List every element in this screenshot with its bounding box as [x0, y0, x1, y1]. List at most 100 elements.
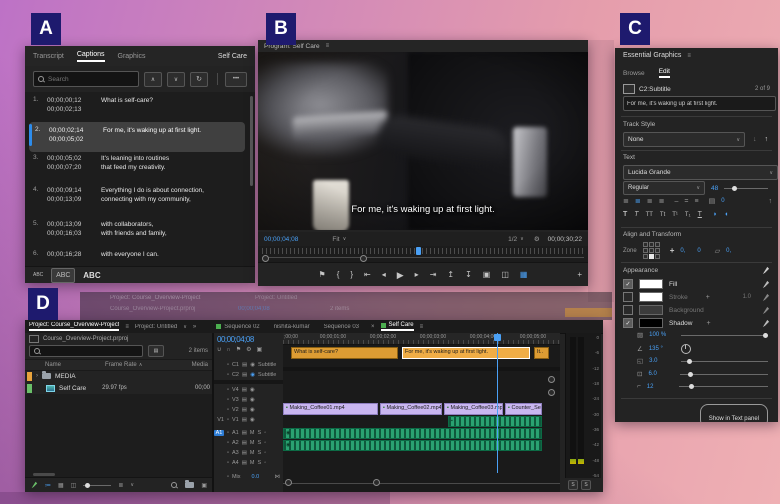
caption-style-small[interactable]: ABC: [33, 272, 43, 278]
graphic-properties-icon[interactable]: [761, 266, 770, 275]
mic-icon[interactable]: ◦: [264, 460, 266, 466]
tab-nishita-kumar[interactable]: nishita-kumar: [274, 324, 310, 330]
previous-caption-button[interactable]: ∧: [144, 72, 162, 87]
track-header-c2[interactable]: ▫ C2 ▤ ◉ Subtitle: [214, 370, 283, 379]
track-style-dropdown[interactable]: None∨: [623, 132, 745, 147]
playback-resolution-dropdown[interactable]: 1/2∨: [508, 236, 524, 243]
source-patch-v1[interactable]: V1: [214, 417, 224, 423]
sort-icon[interactable]: ≣: [118, 482, 123, 489]
go-to-in-icon[interactable]: ⇤: [364, 271, 371, 279]
add-stroke-icon[interactable]: +: [706, 294, 710, 301]
shadow-opacity-value[interactable]: 100 %: [649, 332, 675, 338]
fit-dropdown[interactable]: Fit∨: [332, 236, 346, 243]
track-header-a4[interactable]: ▫ A4 ▤ M S ◦: [214, 458, 283, 467]
lock-icon[interactable]: ▫: [227, 430, 229, 436]
go-to-out-icon[interactable]: ⇥: [430, 271, 437, 279]
caption-clip-3[interactable]: It..: [534, 347, 549, 359]
disclosure-chevron-icon[interactable]: ›: [36, 373, 38, 379]
align-left-icon[interactable]: ≣: [623, 197, 629, 205]
extract-icon[interactable]: ↧: [465, 271, 472, 279]
video-clip-2[interactable]: ▪ Making_Coffee02.mp4: [380, 403, 442, 415]
track-header-v1[interactable]: V1 ▫ V1 ▤ ◉: [214, 415, 283, 424]
new-bin-icon[interactable]: [185, 482, 194, 488]
shadow-checkbox[interactable]: ✓: [623, 318, 633, 328]
stroke-checkbox[interactable]: [623, 292, 633, 302]
lock-icon[interactable]: ▫: [227, 387, 229, 393]
tab-sequence-03[interactable]: Sequence 03: [324, 324, 359, 330]
tab-sequence-name[interactable]: Self Care: [218, 53, 247, 60]
rotation-value[interactable]: 0,: [726, 248, 731, 254]
download-style-icon[interactable]: ↓: [753, 136, 757, 143]
label-color[interactable]: [27, 372, 32, 381]
tracking-value[interactable]: 0: [721, 198, 724, 204]
panel-menu-icon[interactable]: ≡: [326, 43, 330, 49]
zoom-scrollbar[interactable]: [262, 257, 584, 258]
eye-icon[interactable]: ◉: [250, 372, 255, 378]
lock-icon[interactable]: ▫: [227, 397, 229, 403]
position-y-value[interactable]: 0: [697, 248, 700, 254]
tab-project-untitled[interactable]: Project: Untitled: [135, 324, 177, 330]
caption-row-3[interactable]: 3. 00;00;05;0200;00;07;20 It's leaning i…: [29, 154, 245, 180]
playhead[interactable]: [497, 333, 498, 473]
zone-grid-selector[interactable]: [643, 242, 660, 259]
mic-icon[interactable]: ◦: [264, 430, 266, 436]
shadow-angle-dial[interactable]: [681, 344, 691, 354]
chevron-down-icon[interactable]: ∨: [183, 324, 187, 330]
video-clip-3[interactable]: ▪ Making_Coffee03.mp4: [444, 403, 503, 415]
shadow-angle-value[interactable]: 135 °: [649, 346, 675, 352]
tab-graphics[interactable]: Graphics: [118, 53, 146, 60]
mark-in-icon[interactable]: {: [337, 271, 340, 279]
track-header-v3[interactable]: ▫ V3 ▤ ◉: [214, 395, 283, 404]
font-size-slider[interactable]: [724, 188, 768, 189]
stroke-eyedropper-icon[interactable]: [761, 293, 770, 302]
panel-menu-icon[interactable]: ≡: [420, 324, 424, 330]
tracking-icon[interactable]: ▤: [709, 197, 716, 205]
solo-button[interactable]: S: [257, 430, 261, 436]
caption-clip-1[interactable]: What is self-care?: [291, 347, 398, 359]
lock-icon[interactable]: ▫: [227, 362, 229, 368]
multicam-icon[interactable]: ▦: [520, 271, 528, 279]
timeline-zoom-handle-right[interactable]: [373, 479, 380, 486]
mini-playhead[interactable]: [416, 247, 421, 255]
export-frame-icon[interactable]: ▣: [483, 271, 491, 279]
solo-button[interactable]: S: [257, 440, 261, 446]
font-style-dropdown[interactable]: Regular∨: [623, 181, 705, 195]
lock-icon[interactable]: ▫: [227, 474, 229, 480]
leading-icon[interactable]: ≡: [695, 198, 699, 205]
caption-search-input[interactable]: Search: [33, 71, 139, 87]
caption-row-5[interactable]: 5. 00;00;13;0900;00;16;03 with collabora…: [29, 220, 245, 248]
snap-icon[interactable]: ∪: [217, 346, 221, 353]
eye-icon[interactable]: ◉: [250, 417, 255, 423]
project-hscrollbar[interactable]: [33, 473, 55, 476]
icon-view-icon[interactable]: ▦: [58, 482, 64, 489]
find-icon[interactable]: [171, 482, 178, 489]
lock-icon[interactable]: ▫: [227, 417, 229, 423]
mic-icon[interactable]: ◦: [264, 450, 266, 456]
lock-icon[interactable]: ▫: [227, 450, 229, 456]
video-clip-4[interactable]: ▪ Counter_Servi: [505, 403, 542, 415]
align-center-icon[interactable]: ≣: [635, 197, 641, 205]
stroke-width-value[interactable]: 1.0: [743, 294, 751, 300]
fill-color-swatch[interactable]: [639, 279, 663, 289]
play-icon[interactable]: ▶: [397, 271, 404, 280]
faux-bold-icon[interactable]: T: [623, 211, 627, 218]
font-dropdown[interactable]: Lucida Grande∨: [623, 165, 778, 180]
tab-browse[interactable]: Browse: [623, 70, 645, 77]
mute-button[interactable]: M: [250, 460, 255, 466]
caption-row-1[interactable]: 1. 00;00;00;1200;00;02;13 What is self-c…: [29, 96, 245, 120]
column-frame-rate[interactable]: Frame Rate: [105, 362, 137, 368]
underline-icon[interactable]: T: [698, 211, 702, 218]
track-header-a2[interactable]: ▫ A2 ▤ M S ◦: [214, 438, 283, 447]
shadow-color-swatch[interactable]: [639, 318, 663, 328]
eye-icon[interactable]: ◉: [250, 362, 255, 368]
panel-menu-icon[interactable]: ≡: [125, 324, 129, 330]
solo-button[interactable]: S: [257, 450, 261, 456]
timeline-zoom-handle-left[interactable]: [285, 479, 292, 486]
linked-selection-icon[interactable]: ∩: [226, 347, 230, 353]
more-options-button[interactable]: •••: [225, 72, 247, 87]
shadow-eyedropper-icon[interactable]: [761, 319, 770, 328]
sort-caret-icon[interactable]: ∨: [130, 482, 134, 488]
space-after-icon[interactable]: =: [684, 198, 688, 205]
timeline-hscrollbar[interactable]: [283, 483, 560, 484]
solo-right-button[interactable]: S: [581, 480, 591, 490]
